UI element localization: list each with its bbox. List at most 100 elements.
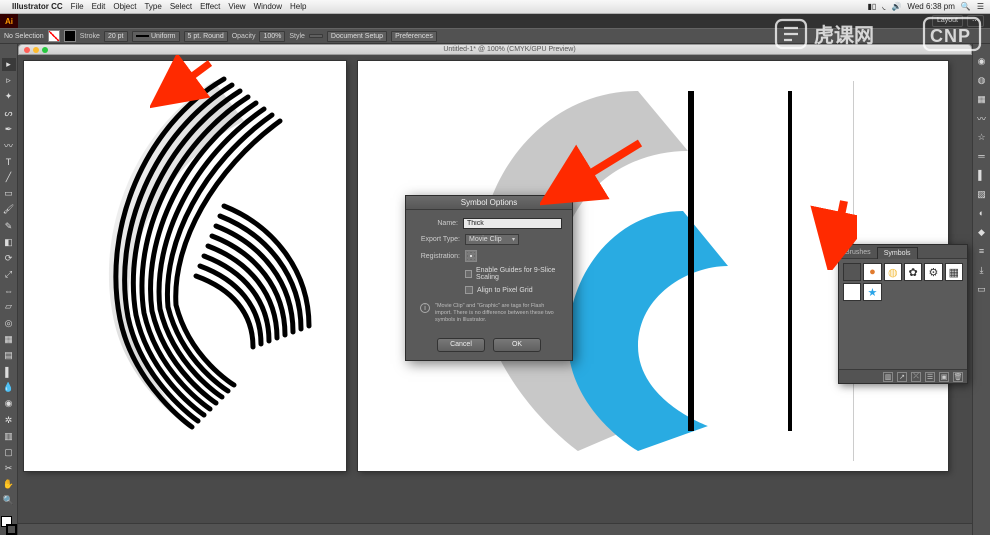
lasso-tool-icon[interactable]: ᔕ — [2, 106, 16, 119]
appearance-panel-icon[interactable]: ◐ — [975, 206, 989, 220]
menu-edit[interactable]: Edit — [92, 2, 106, 11]
curvature-tool-icon[interactable]: 〰 — [2, 139, 16, 152]
stroke-weight-field[interactable]: 20 pt — [104, 31, 128, 42]
symbol-thumb[interactable] — [843, 263, 861, 281]
battery-icon[interactable]: ▮▯ — [868, 2, 877, 11]
gradient-panel-icon[interactable]: ▌ — [975, 168, 989, 182]
shaper-tool-icon[interactable]: ✎ — [2, 220, 16, 233]
hand-tool-icon[interactable]: ✋ — [2, 478, 16, 491]
app-menu[interactable]: Illustrator CC — [12, 2, 63, 11]
line-tool-icon[interactable]: ╱ — [2, 171, 16, 184]
width-tool-icon[interactable]: ⇔ — [2, 284, 16, 297]
symbols-panel[interactable]: Brushes Symbols ● ◍ ✿ ⚙ ▦ ★ ▥ ↗ ⤫ ☰ ▣ 🗑 — [838, 244, 968, 384]
symbol-sprayer-tool-icon[interactable]: ✲ — [2, 413, 16, 426]
menu-select[interactable]: Select — [170, 2, 192, 11]
window-close-icon[interactable] — [24, 47, 30, 53]
brush-definition[interactable]: 5 pt. Round — [184, 31, 228, 42]
menu-view[interactable]: View — [228, 2, 245, 11]
menu-object[interactable]: Object — [113, 2, 136, 11]
blend-tool-icon[interactable]: ◉ — [2, 397, 16, 410]
ok-button[interactable]: OK — [493, 338, 541, 352]
eraser-tool-icon[interactable]: ◧ — [2, 236, 16, 249]
color-guide-panel-icon[interactable]: ◍ — [975, 73, 989, 87]
type-tool-icon[interactable]: T — [2, 155, 16, 168]
direct-selection-tool-icon[interactable]: ▹ — [2, 74, 16, 87]
wifi-icon[interactable]: ◟ — [882, 2, 885, 11]
stroke-swatch[interactable] — [64, 30, 76, 42]
menu-effect[interactable]: Effect — [200, 2, 220, 11]
perspective-tool-icon[interactable]: ▦ — [2, 333, 16, 346]
slice-tool-icon[interactable]: ✂ — [2, 462, 16, 475]
column-graph-tool-icon[interactable]: ▥ — [2, 430, 16, 443]
symbol-thumb[interactable]: ✿ — [904, 263, 922, 281]
graphic-style[interactable] — [309, 34, 323, 38]
zoom-tool-icon[interactable]: 🔍 — [2, 494, 16, 507]
preferences-button[interactable]: Preferences — [391, 31, 437, 42]
search-docs[interactable]: ⋯ — [967, 15, 984, 27]
dialog-titlebar[interactable]: Symbol Options — [406, 196, 572, 210]
menu-file[interactable]: File — [71, 2, 84, 11]
symbol-options-icon[interactable]: ☰ — [925, 372, 935, 382]
artboards-panel-icon[interactable]: ▭ — [975, 282, 989, 296]
opacity-field[interactable]: 100% — [259, 31, 285, 42]
transparency-panel-icon[interactable]: ▨ — [975, 187, 989, 201]
eyedropper-tool-icon[interactable]: 💧 — [2, 381, 16, 394]
menu-type[interactable]: Type — [144, 2, 161, 11]
scale-tool-icon[interactable]: ⤢ — [2, 268, 16, 281]
symbol-thumb[interactable]: ★ — [863, 283, 881, 301]
nine-slice-checkbox[interactable] — [465, 270, 472, 278]
registration-grid[interactable] — [465, 250, 477, 262]
workspace-switcher[interactable]: Layout — [932, 15, 963, 27]
window-zoom-icon[interactable] — [42, 47, 48, 53]
new-symbol-icon[interactable]: ▣ — [939, 372, 949, 382]
paintbrush-tool-icon[interactable]: 🖌 — [2, 203, 16, 216]
symbol-thumb[interactable]: ◍ — [884, 263, 902, 281]
cancel-button[interactable]: Cancel — [437, 338, 485, 352]
menu-help[interactable]: Help — [290, 2, 306, 11]
selection-tool-icon[interactable]: ▸ — [2, 58, 16, 71]
volume-icon[interactable]: 🔊 — [891, 2, 901, 11]
tab-symbols[interactable]: Symbols — [877, 247, 918, 259]
artboard-tool-icon[interactable]: ▢ — [2, 446, 16, 459]
symbol-thumb[interactable] — [843, 283, 861, 301]
stroke-color-icon[interactable] — [6, 524, 17, 535]
gradient-tool-icon[interactable]: ▌ — [2, 365, 16, 378]
artboard-1[interactable] — [24, 61, 346, 471]
symbol-thumb[interactable]: ▦ — [945, 263, 963, 281]
free-transform-tool-icon[interactable]: ▱ — [2, 300, 16, 313]
menubar-clock[interactable]: Wed 6:38 pm — [907, 2, 954, 11]
delete-symbol-icon[interactable]: 🗑 — [953, 372, 963, 382]
spotlight-icon[interactable]: 🔍 — [961, 2, 971, 11]
mesh-tool-icon[interactable]: ▤ — [2, 349, 16, 362]
fill-stroke-control[interactable] — [1, 516, 17, 535]
stroke-panel-icon[interactable]: ═ — [975, 149, 989, 163]
fill-swatch[interactable] — [48, 30, 60, 42]
symbols-grid[interactable]: ● ◍ ✿ ⚙ ▦ ★ — [839, 259, 967, 369]
graphic-styles-panel-icon[interactable]: ◆ — [975, 225, 989, 239]
swatches-panel-icon[interactable]: ▦ — [975, 92, 989, 106]
pixel-grid-checkbox[interactable] — [465, 286, 473, 294]
export-type-select[interactable]: Movie Clip — [465, 234, 519, 245]
window-minimize-icon[interactable] — [33, 47, 39, 53]
notif-icon[interactable]: ☰ — [977, 2, 984, 11]
symbol-thumb[interactable]: ● — [863, 263, 881, 281]
document-setup-button[interactable]: Document Setup — [327, 31, 387, 42]
place-symbol-icon[interactable]: ↗ — [897, 372, 907, 382]
layers-panel-icon[interactable]: ≡ — [975, 244, 989, 258]
rectangle-tool-icon[interactable]: ▭ — [2, 187, 16, 200]
break-link-icon[interactable]: ⤫ — [911, 372, 921, 382]
color-panel-icon[interactable]: ◉ — [975, 54, 989, 68]
symbols-panel-icon[interactable]: ☆ — [975, 130, 989, 144]
stroke-profile-uniform[interactable]: Uniform — [132, 31, 180, 42]
tab-brushes[interactable]: Brushes — [839, 247, 877, 258]
asset-export-panel-icon[interactable]: ⤓ — [975, 263, 989, 277]
rotate-tool-icon[interactable]: ⟳ — [2, 252, 16, 265]
pen-tool-icon[interactable]: ✒ — [2, 123, 16, 136]
symbol-thumb[interactable]: ⚙ — [924, 263, 942, 281]
shape-builder-tool-icon[interactable]: ◎ — [2, 317, 16, 330]
menu-window[interactable]: Window — [254, 2, 282, 11]
symbol-name-field[interactable] — [463, 218, 562, 229]
brushes-panel-icon[interactable]: 〰 — [975, 111, 989, 125]
symbol-libraries-icon[interactable]: ▥ — [883, 372, 893, 382]
magic-wand-tool-icon[interactable]: ✦ — [2, 90, 16, 103]
